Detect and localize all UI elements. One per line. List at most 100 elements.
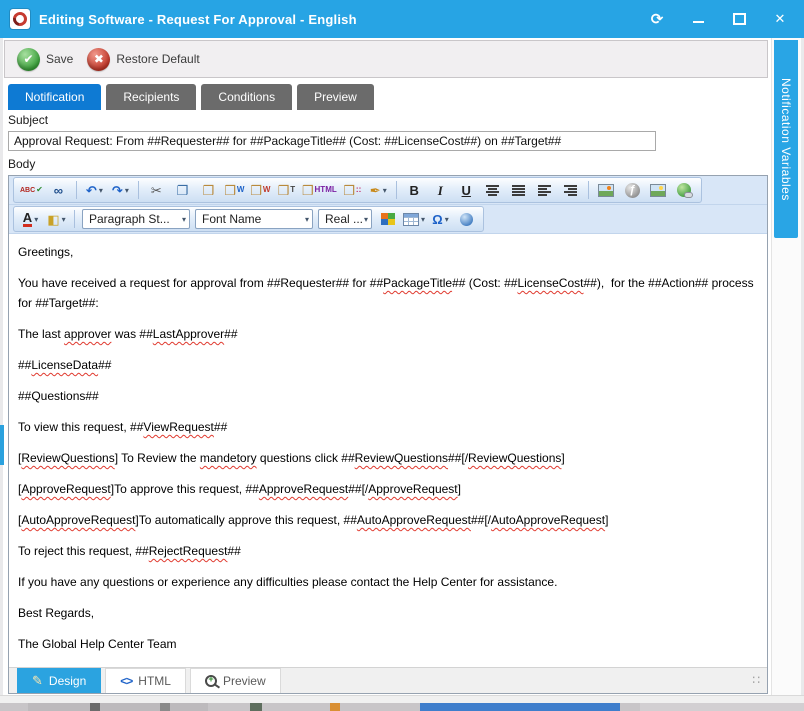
top-tab-row: NotificationRecipientsConditionsPreview bbox=[8, 84, 374, 110]
format-painter-icon[interactable]: ✒▾ bbox=[366, 180, 391, 201]
refresh-icon[interactable] bbox=[649, 11, 665, 27]
tab-recipients[interactable]: Recipients bbox=[106, 84, 196, 110]
title-bar: Editing Software - Request For Approval … bbox=[0, 0, 804, 38]
undo-icon[interactable]: ↶▾ bbox=[82, 180, 107, 201]
flash-manager-icon: ƒ bbox=[625, 183, 640, 198]
italic-button[interactable]: I bbox=[428, 180, 453, 201]
editor-toolbar-row-1: ABC✔∞↶▾↷▾✂❐❒❒W❒W❒T❒HTML❒::✒▾BIUƒ bbox=[9, 176, 767, 205]
editor-toolbar-row-2: A▾◧▾Paragraph St...▾Font Name▾Real ...▾▾… bbox=[9, 205, 767, 234]
subject-input[interactable] bbox=[8, 131, 656, 151]
paste-from-word-icon[interactable]: ❒W bbox=[222, 180, 247, 201]
left-edge-accent bbox=[0, 425, 4, 465]
copy-icon[interactable]: ❐ bbox=[170, 180, 195, 201]
body-paragraph: [ReviewQuestions] To Review the mandetor… bbox=[18, 448, 758, 468]
body-label: Body bbox=[8, 157, 35, 171]
media-manager-icon[interactable] bbox=[646, 180, 671, 201]
tab-conditions[interactable]: Conditions bbox=[201, 84, 292, 110]
window-border-bottom bbox=[0, 695, 804, 703]
hyperlink-manager-icon bbox=[677, 183, 691, 197]
save-button[interactable]: Save bbox=[17, 48, 73, 71]
underline-button[interactable]: U bbox=[454, 180, 479, 201]
main-toolbar: Save Restore Default bbox=[4, 40, 768, 78]
paste-html-icon[interactable]: ❒HTML bbox=[300, 180, 339, 201]
subject-label: Subject bbox=[8, 113, 48, 127]
chevron-down-icon: ▾ bbox=[182, 215, 186, 224]
insert-symbol-icon[interactable]: Ω▾ bbox=[428, 209, 453, 230]
misspelled-word: ReviewQuestions bbox=[468, 451, 561, 465]
misspelled-word: LicenseCost bbox=[517, 276, 583, 290]
editor-mode-tabs: ✎ Design <>HTML Preview ∷ bbox=[9, 667, 767, 693]
misspelled-word: AutoApproveRequest bbox=[357, 513, 471, 527]
align-center-button[interactable] bbox=[480, 180, 505, 201]
editor-tab-html[interactable]: <>HTML bbox=[105, 668, 186, 693]
minimize-icon[interactable] bbox=[690, 11, 706, 27]
resize-grip[interactable]: ∷ bbox=[752, 673, 761, 687]
cut-icon[interactable]: ✂ bbox=[144, 180, 169, 201]
close-icon[interactable] bbox=[772, 11, 788, 27]
editor-body[interactable]: Greetings,You have received a request fo… bbox=[9, 234, 767, 667]
editor-tab-label: Design bbox=[49, 674, 86, 688]
flash-manager-icon[interactable]: ƒ bbox=[620, 180, 645, 201]
font-name-select[interactable]: Font Name▾ bbox=[195, 209, 313, 229]
chevron-down-icon: ▾ bbox=[364, 215, 368, 224]
font-size-select-label: Real ... bbox=[325, 212, 362, 226]
media-manager-icon bbox=[650, 184, 666, 197]
redo-icon[interactable]: ↷▾ bbox=[108, 180, 133, 201]
apply-css-class-icon bbox=[381, 213, 395, 225]
chevron-down-icon: ▾ bbox=[125, 186, 129, 195]
editor-tab-preview[interactable]: Preview bbox=[190, 668, 281, 693]
pencil-icon: ✎ bbox=[32, 673, 43, 689]
paste-options-icon[interactable]: ❒:: bbox=[340, 180, 365, 201]
tab-notification[interactable]: Notification bbox=[8, 84, 101, 110]
restore-default-button[interactable]: Restore Default bbox=[87, 48, 199, 71]
background-color-icon[interactable]: ◧▾ bbox=[44, 209, 69, 230]
window-title: Editing Software - Request For Approval … bbox=[39, 12, 357, 27]
font-size-select[interactable]: Real ...▾ bbox=[318, 209, 372, 229]
misspelled-word: ReviewQuestions bbox=[355, 451, 448, 465]
desktop-background-strip bbox=[0, 703, 804, 711]
body-paragraph: You have received a request for approval… bbox=[18, 273, 758, 313]
align-right-button[interactable] bbox=[558, 180, 583, 201]
align-center-button bbox=[486, 185, 499, 196]
editor-tab-label: Preview bbox=[223, 674, 266, 688]
maximize-icon[interactable] bbox=[731, 11, 747, 27]
justify-button[interactable] bbox=[506, 180, 531, 201]
tab-preview[interactable]: Preview bbox=[297, 84, 374, 110]
misspelled-word: PackageTitle bbox=[383, 276, 452, 290]
image-manager-icon[interactable] bbox=[594, 180, 619, 201]
misspelled-word: AutoApproveRequest bbox=[21, 513, 135, 527]
image-manager-icon bbox=[598, 184, 614, 197]
application-window: Editing Software - Request For Approval … bbox=[0, 0, 804, 711]
hyperlink-manager-icon[interactable] bbox=[672, 180, 697, 201]
body-paragraph: To view this request, ##ViewRequest## bbox=[18, 417, 758, 437]
misspelled-word: AutoApproveRequest bbox=[491, 513, 605, 527]
find-and-replace-icon[interactable]: ∞ bbox=[46, 180, 71, 201]
body-paragraph: The Global Help Center Team bbox=[18, 634, 758, 654]
paste-plain-text-icon[interactable]: ❒T bbox=[274, 180, 299, 201]
module-manager-icon bbox=[460, 213, 473, 226]
paste-from-word-strip-font-icon[interactable]: ❒W bbox=[248, 180, 273, 201]
body-paragraph: The last approver was ##LastApprover## bbox=[18, 324, 758, 344]
align-left-button[interactable] bbox=[532, 180, 557, 201]
align-left-button bbox=[538, 185, 551, 196]
chevron-down-icon: ▾ bbox=[421, 215, 425, 224]
toolbar-separator bbox=[138, 181, 139, 199]
notification-variables-tab[interactable]: Notification Variables bbox=[774, 40, 798, 238]
misspelled-word: ReviewQuestions bbox=[21, 451, 114, 465]
bold-button[interactable]: B bbox=[402, 180, 427, 201]
editor-tab-design[interactable]: ✎ Design bbox=[17, 668, 101, 693]
chevron-down-icon: ▾ bbox=[99, 186, 103, 195]
spellcheck-icon[interactable]: ABC✔ bbox=[18, 180, 45, 201]
body-paragraph: [ApproveRequest]To approve this request,… bbox=[18, 479, 758, 499]
toolbar-separator bbox=[74, 210, 75, 228]
insert-table-icon[interactable]: ▾ bbox=[401, 209, 427, 230]
window-border-left bbox=[0, 38, 3, 695]
module-manager-icon[interactable] bbox=[454, 209, 479, 230]
paragraph-style-select[interactable]: Paragraph St...▾ bbox=[82, 209, 190, 229]
rich-text-editor: ABC✔∞↶▾↷▾✂❐❒❒W❒W❒T❒HTML❒::✒▾BIUƒ A▾◧▾Par… bbox=[8, 175, 768, 694]
apply-css-class-icon[interactable] bbox=[375, 209, 400, 230]
foreground-color-icon[interactable]: A▾ bbox=[18, 209, 43, 230]
paste-icon[interactable]: ❒ bbox=[196, 180, 221, 201]
misspelled-word: RejectRequest bbox=[149, 544, 228, 558]
insert-table-icon bbox=[403, 213, 419, 226]
